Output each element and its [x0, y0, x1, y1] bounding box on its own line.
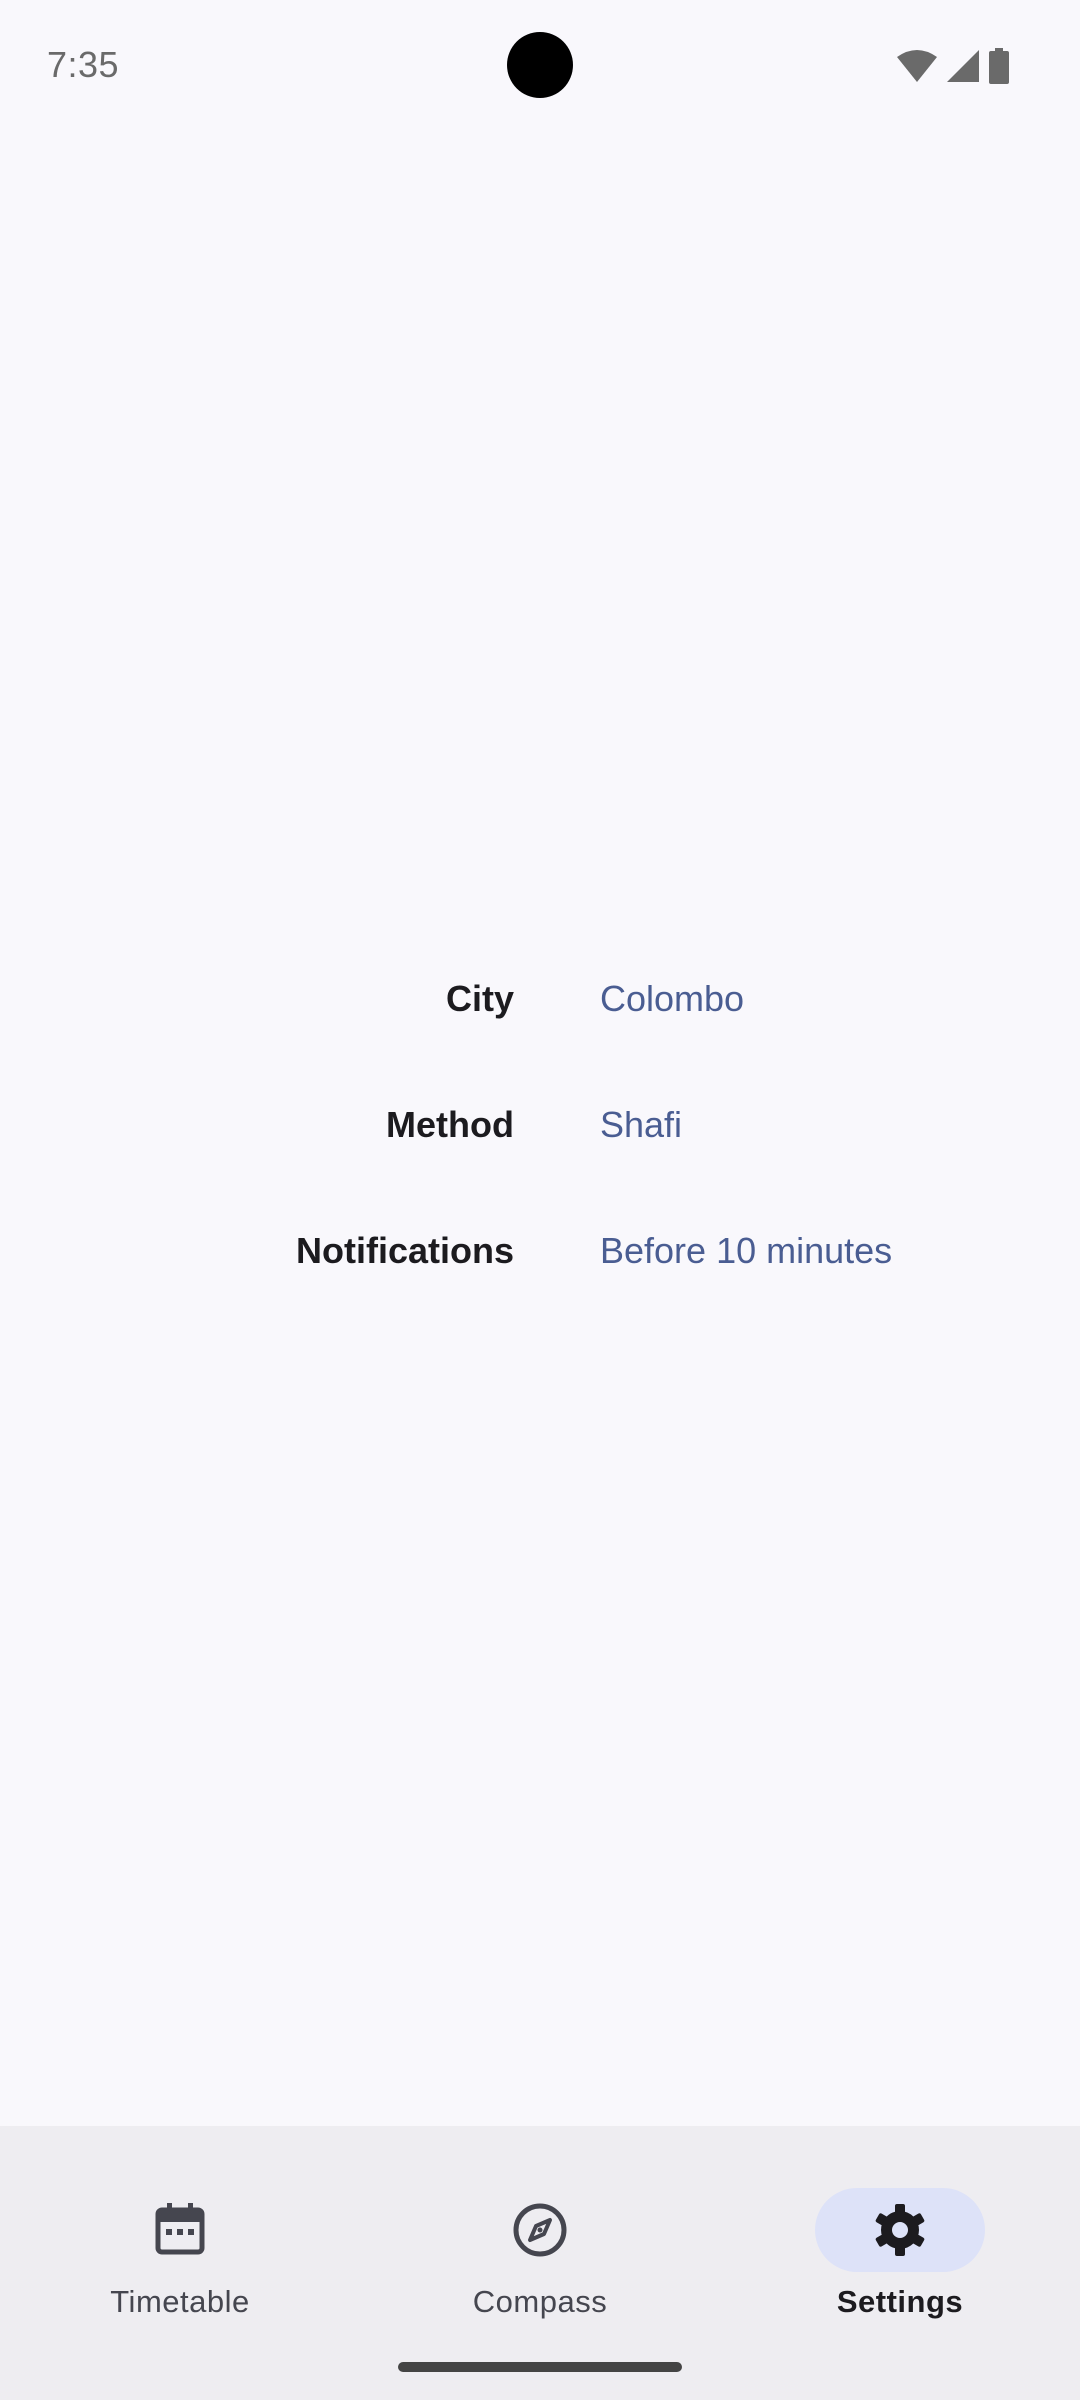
setting-label-city: City [445, 978, 514, 1019]
cellular-signal-icon [946, 49, 980, 83]
setting-value-method[interactable]: Shafi [600, 1104, 682, 1146]
compass-icon [510, 2200, 570, 2260]
setting-label-method: Method [386, 1104, 514, 1145]
setting-row-city[interactable]: City Colombo [0, 960, 1080, 1040]
bottom-navigation: Timetable Compass Settings [0, 2126, 1080, 2400]
status-time: 7:35 [47, 44, 120, 85]
nav-label-compass: Compass [472, 2284, 608, 2319]
camera-cutout [507, 32, 573, 98]
battery-icon [988, 48, 1010, 84]
nav-label-timetable: Timetable [110, 2284, 250, 2319]
home-indicator-bar[interactable] [398, 2362, 682, 2372]
nav-item-compass[interactable]: Compass [360, 2156, 720, 2319]
setting-value-city[interactable]: Colombo [600, 978, 744, 1020]
nav-label-settings: Settings [836, 2284, 964, 2319]
setting-row-notifications[interactable]: Notifications Before 10 minutes [0, 1212, 1080, 1292]
calendar-icon [150, 2200, 210, 2260]
nav-item-settings[interactable]: Settings [720, 2156, 1080, 2319]
setting-row-method[interactable]: Method Shafi [0, 1086, 1080, 1166]
wifi-icon [896, 49, 938, 83]
gear-icon [870, 2200, 930, 2260]
status-bar: 7:35 [0, 0, 1080, 132]
settings-screen: 7:35 City Colombo Method Shafi Notificat… [0, 0, 1080, 2400]
status-icons [896, 48, 1010, 84]
setting-label-notifications: Notifications [295, 1230, 514, 1271]
setting-value-notifications[interactable]: Before 10 minutes [600, 1230, 892, 1272]
nav-item-timetable[interactable]: Timetable [0, 2156, 360, 2319]
